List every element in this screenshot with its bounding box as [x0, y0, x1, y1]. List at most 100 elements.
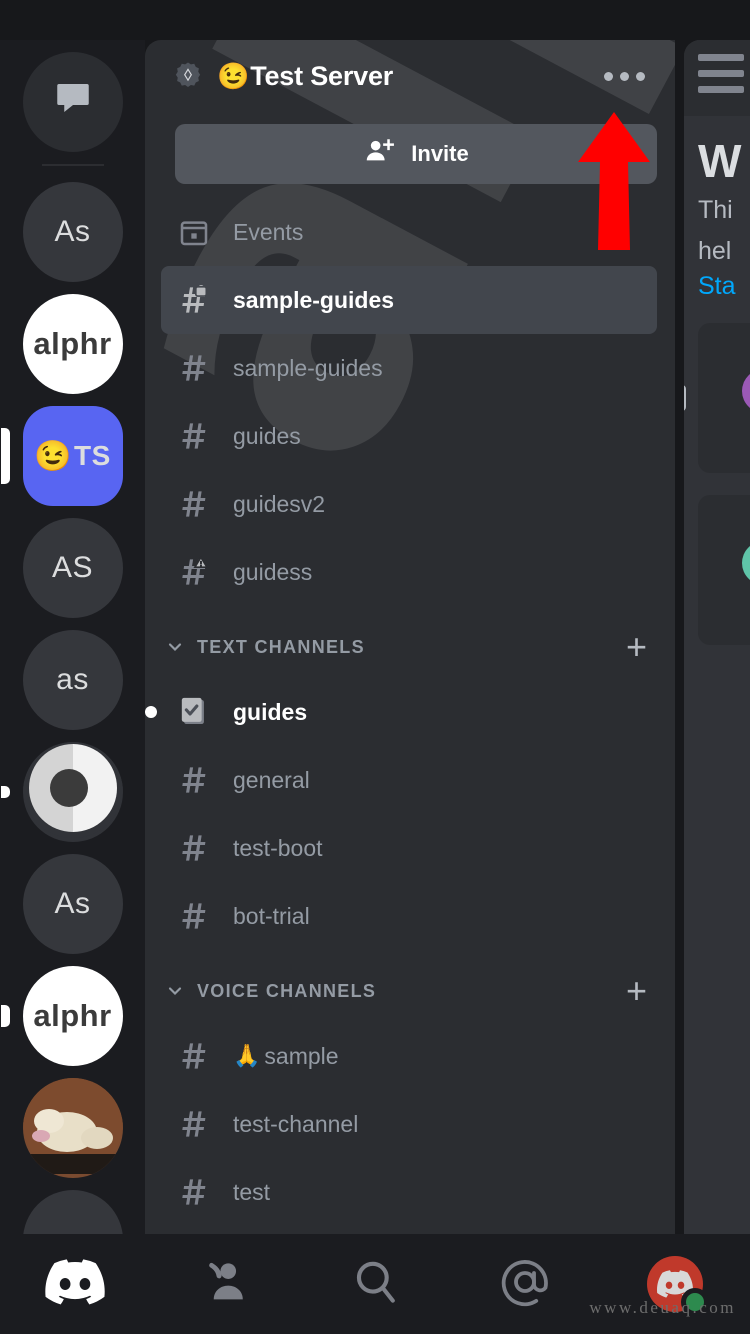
sidebar-item-sample[interactable]: 🙏 sample	[161, 1022, 657, 1090]
sidebar-item-server-as-2[interactable]: AS	[22, 518, 123, 618]
add-person-icon	[363, 135, 395, 173]
hash-icon	[173, 898, 215, 934]
more-options-icon[interactable]	[596, 58, 653, 95]
chat-card-1[interactable]	[684, 322, 750, 473]
plus-icon[interactable]: +	[620, 629, 653, 665]
avatar	[742, 368, 750, 413]
nav-friends[interactable]	[150, 1234, 300, 1334]
chevron-down-icon	[165, 981, 187, 1001]
sidebar-item-test-channel[interactable]: test-channel	[161, 1090, 657, 1158]
sidebar-item-guides[interactable]: guides	[145, 678, 657, 746]
bottom-navigation[interactable]	[0, 1234, 750, 1334]
server-emoji: 😉	[34, 439, 73, 473]
chat-view-peek[interactable]: W Thi hel Sta	[684, 40, 750, 1234]
nav-profile[interactable]	[600, 1234, 750, 1334]
invite-label: Invite	[411, 141, 469, 166]
channel-label: general	[233, 766, 310, 793]
chat-welcome-line-2: hel	[698, 236, 732, 265]
unread-server-pill	[0, 1005, 10, 1027]
hash-icon	[173, 1106, 215, 1142]
server-logo-text: alphr	[33, 326, 112, 361]
sidebar-item-server-dog-avatar[interactable]	[22, 1078, 123, 1178]
server-header[interactable]: 😉 Test Server	[145, 40, 675, 112]
chat-welcome-line-1: Thi	[698, 196, 733, 224]
channel-emoji: 🙏	[233, 1043, 261, 1068]
server-logo-text: alphr	[33, 998, 112, 1033]
chat-header	[684, 40, 750, 116]
sidebar-item-sample-guides[interactable]: sample-guides	[161, 334, 657, 402]
plus-icon[interactable]: +	[620, 973, 653, 1009]
active-server-pill	[0, 428, 10, 484]
sidebar-item-guidesv2[interactable]: guidesv2	[161, 470, 657, 538]
chat-welcome-title: W	[698, 135, 742, 187]
sidebar-item-guides-top[interactable]: guides	[161, 402, 657, 470]
server-rail[interactable]: As alphr 😉 TS AS as As alphr	[0, 0, 145, 1234]
hash-icon	[173, 486, 215, 522]
channel-label: test-boot	[233, 834, 323, 861]
ring-logo-icon	[22, 742, 123, 842]
sidebar-item-server-partial[interactable]	[22, 1190, 123, 1234]
hash-icon	[173, 350, 215, 386]
hamburger-menu-icon[interactable]	[698, 54, 744, 102]
sidebar-item-server-logo-ring[interactable]	[0, 742, 123, 842]
channel-label: test	[233, 1178, 271, 1205]
mentions-at-icon	[498, 1255, 552, 1314]
channel-label: bot-trial	[233, 902, 310, 929]
discord-logo-icon	[45, 1258, 105, 1310]
channel-label: sample-guides	[233, 286, 395, 313]
sidebar-item-server-alphr-2[interactable]: alphr	[0, 966, 123, 1066]
server-initials: as	[56, 663, 89, 696]
channel-label: test-channel	[233, 1110, 359, 1137]
server-name-text: Test Server	[250, 60, 394, 91]
nav-home[interactable]	[0, 1234, 150, 1334]
rules-channel-icon	[173, 695, 215, 729]
sidebar-item-server-as-3[interactable]: as	[22, 630, 123, 730]
chat-bubble-icon	[52, 77, 94, 127]
rail-divider	[41, 164, 104, 166]
friends-icon	[199, 1256, 251, 1313]
status-bar-strip	[0, 0, 750, 40]
sidebar-item-server-alphr-1[interactable]: alphr	[22, 294, 123, 394]
chat-body: W Thi hel Sta	[684, 116, 750, 645]
sidebar-item-general[interactable]: general	[161, 746, 657, 814]
sidebar-item-server-test-server[interactable]: 😉 TS	[0, 406, 123, 506]
channel-label: guides	[233, 422, 301, 449]
hash-icon	[173, 418, 215, 454]
page-title: 😉 Test Server	[217, 61, 596, 92]
hash-lock-icon	[173, 282, 215, 318]
red-up-arrow-icon	[578, 112, 650, 250]
category-voice-channels[interactable]: VOICE CHANNELS +	[161, 960, 657, 1022]
sidebar-item-bot-trial[interactable]: bot-trial	[161, 882, 657, 950]
sidebar-item-test-boot[interactable]: test-boot	[161, 814, 657, 882]
channel-label: guides	[233, 698, 308, 725]
chevron-down-icon	[165, 637, 187, 657]
hash-warning-icon	[173, 554, 215, 590]
sidebar-item-test[interactable]: test	[161, 1158, 657, 1226]
hash-icon	[173, 1174, 215, 1210]
discord-mobile-screen: As alphr 😉 TS AS as As alphr 😉 Test Serv…	[0, 0, 750, 1334]
unread-indicator	[145, 706, 157, 718]
nav-mentions[interactable]	[450, 1234, 600, 1334]
search-icon	[349, 1256, 401, 1313]
scroll-handle[interactable]	[684, 384, 686, 411]
chat-welcome-link[interactable]: Sta	[698, 272, 750, 301]
server-initials: As	[54, 887, 91, 920]
sidebar-item-direct-messages[interactable]	[22, 52, 123, 152]
avatar	[742, 540, 750, 585]
sidebar-item-guidess[interactable]: guidess	[161, 538, 657, 606]
verified-server-badge-icon	[173, 61, 203, 91]
sidebar-item-sample-guides-private[interactable]: sample-guides	[161, 266, 657, 334]
sidebar-item-server-as-4[interactable]: As	[22, 854, 123, 954]
channel-label: Events	[233, 218, 304, 245]
sidebar-item-server-as-1[interactable]: As	[22, 182, 123, 282]
channel-label: 🙏 sample	[233, 1043, 339, 1070]
category-text-channels[interactable]: TEXT CHANNELS +	[161, 616, 657, 678]
channel-label: guidess	[233, 558, 313, 585]
site-watermark: www.deuaq.com	[589, 1298, 736, 1317]
chat-card-2[interactable]	[698, 494, 750, 645]
hash-icon	[173, 1038, 215, 1074]
server-emoji: 😉	[217, 60, 250, 91]
nav-search[interactable]	[300, 1234, 450, 1334]
channel-label-text: sample	[264, 1042, 339, 1069]
hash-icon	[173, 762, 215, 798]
